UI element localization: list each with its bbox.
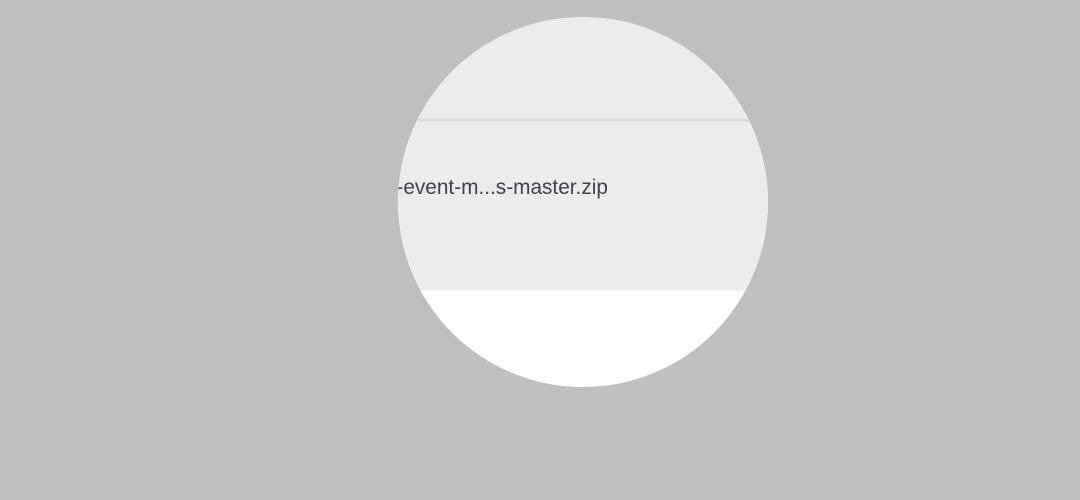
mag-results-bg bbox=[398, 290, 768, 387]
magnifier-lens: If you have a plugin in a .zip format, y… bbox=[398, 17, 768, 387]
sidebar-item-users[interactable]: Users bbox=[0, 255, 89, 275]
sidebar-item-collapse-menu[interactable]: Collapse menu bbox=[0, 321, 89, 341]
wordpress-logo-icon-glyph bbox=[6, 3, 17, 15]
sidebar-item-label: Posts bbox=[24, 54, 45, 64]
site-name-label: wpevent bbox=[41, 4, 71, 14]
settings-sliders-icon bbox=[7, 300, 18, 310]
search-plugins-input[interactable] bbox=[906, 202, 1064, 218]
keyword-select[interactable]: Keyword bbox=[849, 202, 901, 218]
sidebar-item-event-manager[interactable]: Event Manager bbox=[0, 129, 89, 149]
users-icon bbox=[8, 260, 17, 270]
chevron-down-icon bbox=[887, 208, 894, 213]
tab-recommended[interactable]: Recommended bbox=[193, 204, 244, 216]
sidebar-item-label: Users bbox=[24, 260, 45, 270]
plugins-update-badge: 1 bbox=[59, 180, 71, 190]
collapse-icon bbox=[7, 326, 18, 336]
dashboard-icon bbox=[7, 27, 18, 39]
comments-count: 0 bbox=[123, 4, 128, 14]
plugins-submenu: Installed Plugins Add New Plugin File Ed… bbox=[0, 195, 89, 249]
pin-icon bbox=[8, 54, 17, 64]
site-name-menu[interactable]: wpevent bbox=[23, 0, 77, 18]
calendar-icon bbox=[7, 134, 18, 144]
account-menu[interactable]: Howdy, admin bbox=[1000, 0, 1076, 18]
sidebar-item-settings[interactable]: Settings bbox=[0, 295, 89, 315]
brush-icon bbox=[8, 160, 17, 170]
submenu-item-plugin-file-editor[interactable]: Plugin File Editor bbox=[0, 229, 89, 244]
sidebar-item-pages[interactable]: Pages bbox=[0, 89, 89, 109]
sidebar-item-label: Dashboard bbox=[24, 28, 64, 38]
sidebar-item-posts[interactable]: Posts bbox=[0, 49, 89, 69]
tab-featured[interactable]: Featured bbox=[101, 204, 139, 222]
sidebar-item-label: Event Manager bbox=[24, 134, 79, 144]
magnifier-content: If you have a plugin in a .zip format, y… bbox=[398, 17, 768, 387]
wrench-icon bbox=[8, 280, 17, 290]
admin-bar: wpevent 2 0 New Howdy, admin bbox=[0, 0, 1080, 18]
avatar-icon bbox=[1059, 3, 1070, 15]
sidebar-item-tools[interactable]: Tools bbox=[0, 275, 89, 295]
sidebar-item-media[interactable]: Media bbox=[0, 69, 89, 89]
media-icon bbox=[8, 74, 17, 83]
mag-selected-file-name: wp-event-m...s-master.zip bbox=[398, 175, 608, 200]
tab-favorites[interactable]: Favorites bbox=[260, 204, 291, 216]
new-content-label: New bbox=[151, 4, 168, 14]
sidebar-item-label: Comments bbox=[24, 114, 63, 124]
keyword-select-label: Keyword bbox=[855, 206, 883, 214]
mag-divider bbox=[398, 118, 768, 122]
updates-menu[interactable]: 2 bbox=[77, 0, 105, 18]
updates-icon bbox=[83, 5, 92, 13]
updates-count: 2 bbox=[94, 4, 100, 14]
comment-bubble-icon bbox=[112, 6, 120, 13]
sidebar-item-label: Settings bbox=[24, 300, 53, 310]
sidebar-item-label: Pages bbox=[24, 94, 47, 104]
sidebar-item-label: Plugins bbox=[24, 180, 51, 190]
admin-sidebar: Dashboard Posts Media Pages Comments Eve… bbox=[0, 18, 96, 500]
tab-popular[interactable]: Popular bbox=[151, 204, 177, 216]
submenu-item-add-new[interactable]: Add New bbox=[0, 214, 89, 229]
sidebar-item-label: Media bbox=[24, 74, 46, 84]
new-content-menu[interactable]: New bbox=[134, 0, 174, 18]
sidebar-item-appearance[interactable]: Appearance bbox=[0, 155, 89, 175]
mag-page-bg bbox=[398, 17, 768, 291]
sidebar-item-dashboard[interactable]: Dashboard bbox=[0, 23, 89, 43]
home-icon bbox=[29, 5, 38, 13]
page-icon bbox=[9, 94, 16, 104]
howdy-label: Howdy, admin bbox=[1005, 4, 1056, 14]
sidebar-item-label: Appearance bbox=[24, 160, 68, 170]
sidebar-item-comments[interactable]: Comments bbox=[0, 109, 89, 129]
submenu-item-installed-plugins[interactable]: Installed Plugins bbox=[0, 199, 89, 214]
wordpress-logo-icon[interactable] bbox=[0, 0, 23, 18]
plus-icon bbox=[140, 5, 148, 13]
sidebar-item-label: Tools bbox=[24, 280, 43, 290]
screen: If you have a plugin in a .zip format, y… bbox=[0, 0, 1080, 500]
sidebar-item-plugins[interactable]: Plugins 1 bbox=[0, 175, 96, 195]
sidebar-item-label: Collapse menu bbox=[24, 326, 78, 336]
plug-icon bbox=[9, 180, 16, 190]
comment-bubble-icon bbox=[8, 115, 17, 123]
comments-menu[interactable]: 0 bbox=[105, 0, 133, 18]
